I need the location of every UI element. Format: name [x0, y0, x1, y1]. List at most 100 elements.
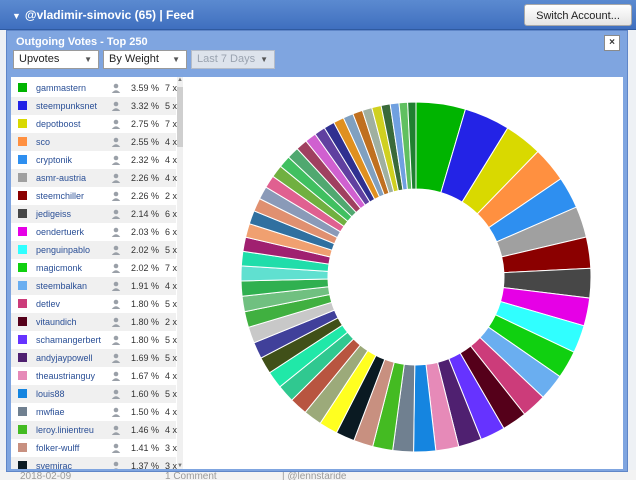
- feed-comment-count[interactable]: 1 Comment: [165, 471, 217, 480]
- vote-count: 2 x: [165, 191, 178, 201]
- list-item[interactable]: depotboost 2.75 % 7 x: [11, 115, 178, 133]
- scroll-thumb[interactable]: [177, 87, 183, 147]
- user-icon[interactable]: [111, 209, 121, 219]
- list-item[interactable]: jedigeiss 2.14 % 6 x: [11, 205, 177, 223]
- user-icon[interactable]: [111, 371, 121, 381]
- user-icon[interactable]: [111, 245, 121, 255]
- list-item[interactable]: louis88 1.60 % 5 x: [11, 385, 177, 403]
- voter-name[interactable]: theaustrianguy: [36, 367, 95, 385]
- list-item[interactable]: andyjaypowell 1.69 % 5 x: [11, 349, 177, 367]
- list-item[interactable]: folker-wulff 1.41 % 3 x: [11, 439, 177, 457]
- list-item[interactable]: vitaundich 1.80 % 2 x: [11, 313, 177, 331]
- chevron-down-icon: ▼: [84, 55, 92, 64]
- voter-name[interactable]: svemirac: [36, 457, 72, 469]
- user-icon[interactable]: [111, 83, 121, 93]
- list-item[interactable]: magicmonk 2.02 % 7 x: [11, 259, 177, 277]
- vote-count: 6 x: [165, 227, 178, 237]
- vote-percent: 1.69 %: [131, 353, 160, 363]
- list-item[interactable]: mwfiae 1.50 % 4 x: [11, 403, 177, 421]
- color-swatch: [18, 461, 27, 469]
- voter-name[interactable]: steempunksnet: [36, 97, 97, 115]
- color-swatch: [18, 101, 27, 110]
- list-item[interactable]: cryptonik 2.32 % 4 x: [11, 151, 177, 169]
- user-icon[interactable]: [111, 389, 121, 399]
- voter-name[interactable]: mwfiae: [36, 403, 65, 421]
- account-title[interactable]: ▼ @vladimir-simovic (65) | Feed: [12, 8, 194, 22]
- collapse-triangle-icon[interactable]: ▼: [12, 11, 21, 21]
- list-item[interactable]: asmr-austria 2.26 % 4 x: [11, 169, 177, 187]
- vote-count: 5 x: [165, 335, 178, 345]
- list-item[interactable]: detlev 1.80 % 5 x: [11, 295, 177, 313]
- list-item[interactable]: leroy.linientreu 1.46 % 4 x: [11, 421, 178, 439]
- list-item[interactable]: gammastern 3.59 % 7 x: [11, 79, 177, 97]
- scroll-up-icon[interactable]: ▲: [177, 77, 183, 83]
- voter-name[interactable]: steembalkan: [36, 277, 87, 295]
- voter-name[interactable]: detlev: [36, 295, 60, 313]
- list-item[interactable]: sco 2.55 % 4 x: [11, 133, 177, 151]
- voter-name[interactable]: cryptonik: [36, 151, 72, 169]
- color-swatch: [18, 425, 27, 434]
- chevron-down-icon: ▼: [260, 55, 268, 64]
- user-icon[interactable]: [111, 137, 121, 147]
- period-value: Last 7 Days: [197, 53, 256, 65]
- voter-name[interactable]: folker-wulff: [36, 439, 79, 457]
- color-swatch: [18, 407, 27, 416]
- sort-select[interactable]: By Weight ▼: [103, 50, 187, 69]
- list-item[interactable]: schamangerbert 1.80 % 5 x: [11, 331, 178, 349]
- feed-user[interactable]: | @lennstaride: [282, 471, 346, 480]
- switch-account-button[interactable]: Switch Account...: [524, 4, 632, 26]
- scroll-down-icon[interactable]: ▼: [177, 463, 183, 469]
- user-icon[interactable]: [111, 443, 121, 453]
- vote-percent: 1.46 %: [131, 425, 160, 435]
- user-icon[interactable]: [111, 281, 121, 291]
- user-icon[interactable]: [111, 227, 121, 237]
- voter-name[interactable]: penguinpablo: [36, 241, 90, 259]
- user-icon[interactable]: [111, 155, 121, 165]
- vote-type-select[interactable]: Upvotes ▼: [13, 50, 99, 69]
- vote-percent: 1.91 %: [131, 281, 160, 291]
- vote-percent: 2.26 %: [131, 173, 160, 183]
- user-icon[interactable]: [111, 353, 121, 363]
- list-item[interactable]: penguinpablo 2.02 % 5 x: [11, 241, 177, 259]
- color-swatch: [18, 263, 27, 272]
- list-item[interactable]: steempunksnet 3.32 % 5 x: [11, 97, 177, 115]
- color-swatch: [18, 335, 27, 344]
- voter-name[interactable]: asmr-austria: [36, 169, 86, 187]
- voter-name[interactable]: schamangerbert: [36, 331, 101, 349]
- voter-name[interactable]: magicmonk: [36, 259, 82, 277]
- voter-list[interactable]: gammastern 3.59 % 7 x steempunksnet 3.32 % 5 …: [11, 77, 178, 469]
- user-icon[interactable]: [111, 299, 121, 309]
- user-icon[interactable]: [111, 119, 121, 129]
- close-button[interactable]: ×: [604, 35, 620, 51]
- voter-name[interactable]: andyjaypowell: [36, 349, 93, 367]
- voter-name[interactable]: gammastern: [36, 79, 86, 97]
- user-icon[interactable]: [111, 173, 121, 183]
- list-item[interactable]: steembalkan 1.91 % 4 x: [11, 277, 177, 295]
- vote-percent: 2.55 %: [131, 137, 160, 147]
- account-title-text: @vladimir-simovic (65) | Feed: [24, 8, 195, 22]
- user-icon[interactable]: [111, 407, 121, 417]
- user-icon[interactable]: [111, 101, 121, 111]
- vote-count: 4 x: [165, 425, 178, 435]
- user-icon[interactable]: [111, 317, 121, 327]
- user-icon[interactable]: [111, 263, 121, 273]
- user-icon[interactable]: [111, 335, 121, 345]
- user-icon[interactable]: [111, 191, 121, 201]
- voter-name[interactable]: leroy.linientreu: [36, 421, 94, 439]
- voter-name[interactable]: vitaundich: [36, 313, 77, 331]
- voter-name[interactable]: jedigeiss: [36, 205, 71, 223]
- user-icon[interactable]: [111, 425, 121, 435]
- vote-count: 7 x: [165, 119, 178, 129]
- list-item[interactable]: theaustrianguy 1.67 % 4 x: [11, 367, 177, 385]
- color-swatch: [18, 137, 27, 146]
- voter-name[interactable]: steemchiller: [36, 187, 84, 205]
- list-item[interactable]: svemirac 1.37 % 3 x: [11, 457, 177, 469]
- list-item[interactable]: steemchiller 2.26 % 2 x: [11, 187, 178, 205]
- list-scrollbar[interactable]: ▲ ▼: [177, 77, 183, 469]
- voter-name[interactable]: sco: [36, 133, 50, 151]
- user-icon[interactable]: [111, 461, 121, 469]
- list-item[interactable]: oendertuerk 2.03 % 6 x: [11, 223, 178, 241]
- voter-name[interactable]: depotboost: [36, 115, 81, 133]
- voter-name[interactable]: oendertuerk: [36, 223, 84, 241]
- voter-name[interactable]: louis88: [36, 385, 65, 403]
